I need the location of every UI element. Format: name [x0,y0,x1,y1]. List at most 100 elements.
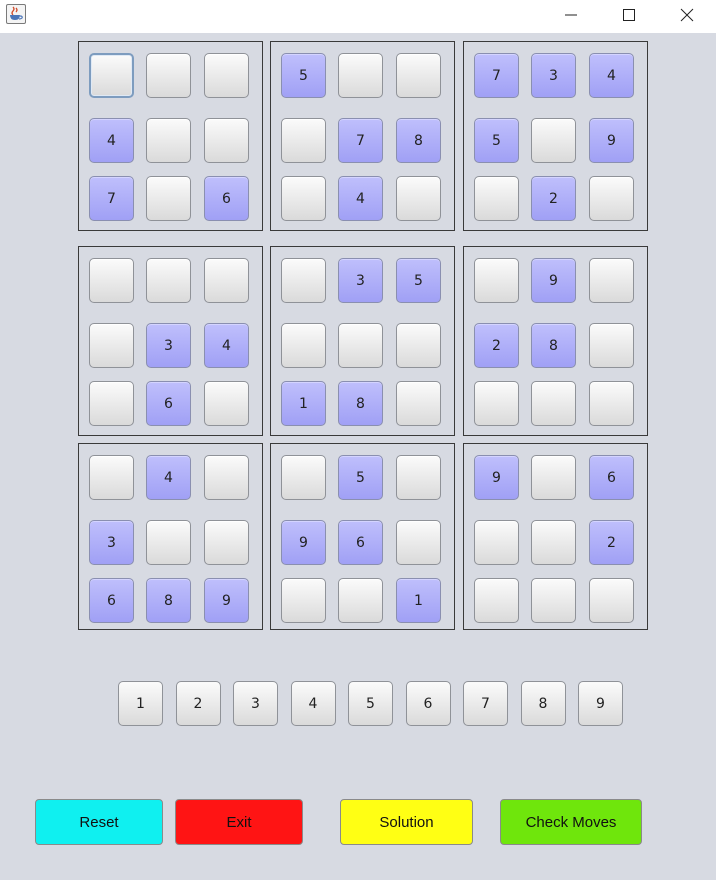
sudoku-cell-r1c8[interactable]: 3 [531,53,576,98]
number-button-7[interactable]: 7 [463,681,508,726]
sudoku-cell-r5c9[interactable] [589,323,634,368]
sudoku-cell-r8c9[interactable]: 2 [589,520,634,565]
sudoku-cell-r3c6[interactable] [396,176,441,221]
sudoku-cell-r5c7[interactable]: 2 [474,323,519,368]
sudoku-cell-r2c3[interactable] [204,118,249,163]
sudoku-cell-r1c9[interactable]: 4 [589,53,634,98]
number-button-2[interactable]: 2 [175,681,221,726]
sudoku-cell-r2c8[interactable] [531,118,576,163]
sudoku-cell-r7c5[interactable]: 5 [338,455,383,500]
sudoku-cell-r1c7[interactable]: 7 [474,53,519,98]
sudoku-cell-r4c2[interactable] [146,258,191,303]
sudoku-cell-r5c8[interactable]: 8 [531,323,576,368]
sudoku-cell-r2c6[interactable]: 8 [396,118,441,163]
sudoku-cell-r5c6[interactable] [396,323,441,368]
sudoku-cell-r9c7[interactable] [474,578,519,623]
sudoku-cell-r3c3[interactable]: 6 [204,176,249,221]
sudoku-cell-r1c3[interactable] [204,53,249,98]
number-button-3[interactable]: 3 [233,681,278,726]
sudoku-cell-r8c3[interactable] [204,520,249,565]
sudoku-cell-r1c5[interactable] [338,53,383,98]
number-button-9[interactable]: 9 [578,681,623,726]
sudoku-cell-r9c8[interactable] [531,578,576,623]
sudoku-cell-r7c3[interactable] [204,455,249,500]
sudoku-cell-r2c7[interactable]: 5 [474,118,519,163]
sudoku-cell-r6c5[interactable]: 8 [338,381,383,426]
sudoku-cell-r3c5[interactable]: 4 [338,176,383,221]
sudoku-cell-r6c6[interactable] [396,381,441,426]
sudoku-cell-r2c1[interactable]: 4 [89,118,134,163]
sudoku-cell-r1c1[interactable] [89,53,134,98]
sudoku-cell-r8c6[interactable] [396,520,441,565]
number-button-1[interactable]: 1 [118,681,163,726]
sudoku-cell-r8c7[interactable] [474,520,519,565]
number-button-4[interactable]: 4 [290,681,336,726]
sudoku-cell-r3c9[interactable] [589,176,634,221]
check-moves-button[interactable]: Check Moves [500,799,642,845]
sudoku-cell-r1c2[interactable] [146,53,191,98]
sudoku-cell-r9c5[interactable] [338,578,383,623]
sudoku-cell-r3c2[interactable] [146,176,191,221]
sudoku-cell-r6c4[interactable]: 1 [281,381,326,426]
sudoku-cell-r4c7[interactable] [474,258,519,303]
sudoku-cell-r8c8[interactable] [531,520,576,565]
sudoku-cell-r1c4[interactable]: 5 [281,53,326,98]
sudoku-cell-r4c1[interactable] [89,258,134,303]
exit-button[interactable]: Exit [175,799,303,845]
sudoku-cell-r6c3[interactable] [204,381,249,426]
maximize-button[interactable] [606,0,652,30]
sudoku-cell-r5c5[interactable] [338,323,383,368]
sudoku-cell-r6c1[interactable] [89,381,134,426]
sudoku-cell-r7c1[interactable] [89,455,134,500]
sudoku-cell-r4c6[interactable]: 5 [396,258,441,303]
sudoku-cell-r9c9[interactable] [589,578,634,623]
sudoku-box-6: 928 [463,246,648,436]
sudoku-cell-r2c5[interactable]: 7 [338,118,383,163]
sudoku-cell-r2c9[interactable]: 9 [589,118,634,163]
sudoku-cell-r5c3[interactable]: 4 [204,323,249,368]
sudoku-cell-r7c9[interactable]: 6 [589,455,634,500]
sudoku-cell-r9c3[interactable]: 9 [204,578,249,623]
close-button[interactable] [664,0,710,30]
sudoku-cell-r9c2[interactable]: 8 [146,578,191,623]
sudoku-cell-r6c8[interactable] [531,381,576,426]
sudoku-cell-r5c4[interactable] [281,323,326,368]
sudoku-cell-r5c2[interactable]: 3 [146,323,191,368]
sudoku-cell-r4c3[interactable] [204,258,249,303]
solution-button[interactable]: Solution [340,799,473,845]
sudoku-cell-r6c2[interactable]: 6 [146,381,191,426]
sudoku-cell-r4c9[interactable] [589,258,634,303]
number-button-5[interactable]: 5 [348,681,393,726]
sudoku-cell-r6c7[interactable] [474,381,519,426]
number-button-6[interactable]: 6 [405,681,451,726]
sudoku-cell-r2c2[interactable] [146,118,191,163]
sudoku-cell-r4c8[interactable]: 9 [531,258,576,303]
sudoku-cell-r8c2[interactable] [146,520,191,565]
sudoku-cell-r8c4[interactable]: 9 [281,520,326,565]
sudoku-cell-r4c4[interactable] [281,258,326,303]
sudoku-cell-r5c1[interactable] [89,323,134,368]
sudoku-cell-r4c5[interactable]: 3 [338,258,383,303]
sudoku-cell-r8c1[interactable]: 3 [89,520,134,565]
sudoku-cell-r9c6[interactable]: 1 [396,578,441,623]
sudoku-cell-r1c6[interactable] [396,53,441,98]
reset-button[interactable]: Reset [35,799,163,845]
sudoku-box-1: 4 7 6 [78,41,263,231]
sudoku-cell-r7c4[interactable] [281,455,326,500]
sudoku-cell-r3c8[interactable]: 2 [531,176,576,221]
sudoku-cell-r7c2[interactable]: 4 [146,455,191,500]
sudoku-cell-r9c4[interactable] [281,578,326,623]
sudoku-cell-r7c8[interactable] [531,455,576,500]
sudoku-cell-r6c9[interactable] [589,381,634,426]
sudoku-cell-r3c1[interactable]: 7 [89,176,134,221]
sudoku-cell-r7c7[interactable]: 9 [474,455,519,500]
sudoku-cell-r9c1[interactable]: 6 [89,578,134,623]
number-button-8[interactable]: 8 [520,681,566,726]
sudoku-cell-r3c7[interactable] [474,176,519,221]
sudoku-cell-r7c6[interactable] [396,455,441,500]
java-cup-icon[interactable] [6,4,26,24]
sudoku-cell-r8c5[interactable]: 6 [338,520,383,565]
sudoku-cell-r3c4[interactable] [281,176,326,221]
sudoku-cell-r2c4[interactable] [281,118,326,163]
minimize-button[interactable] [548,0,594,30]
